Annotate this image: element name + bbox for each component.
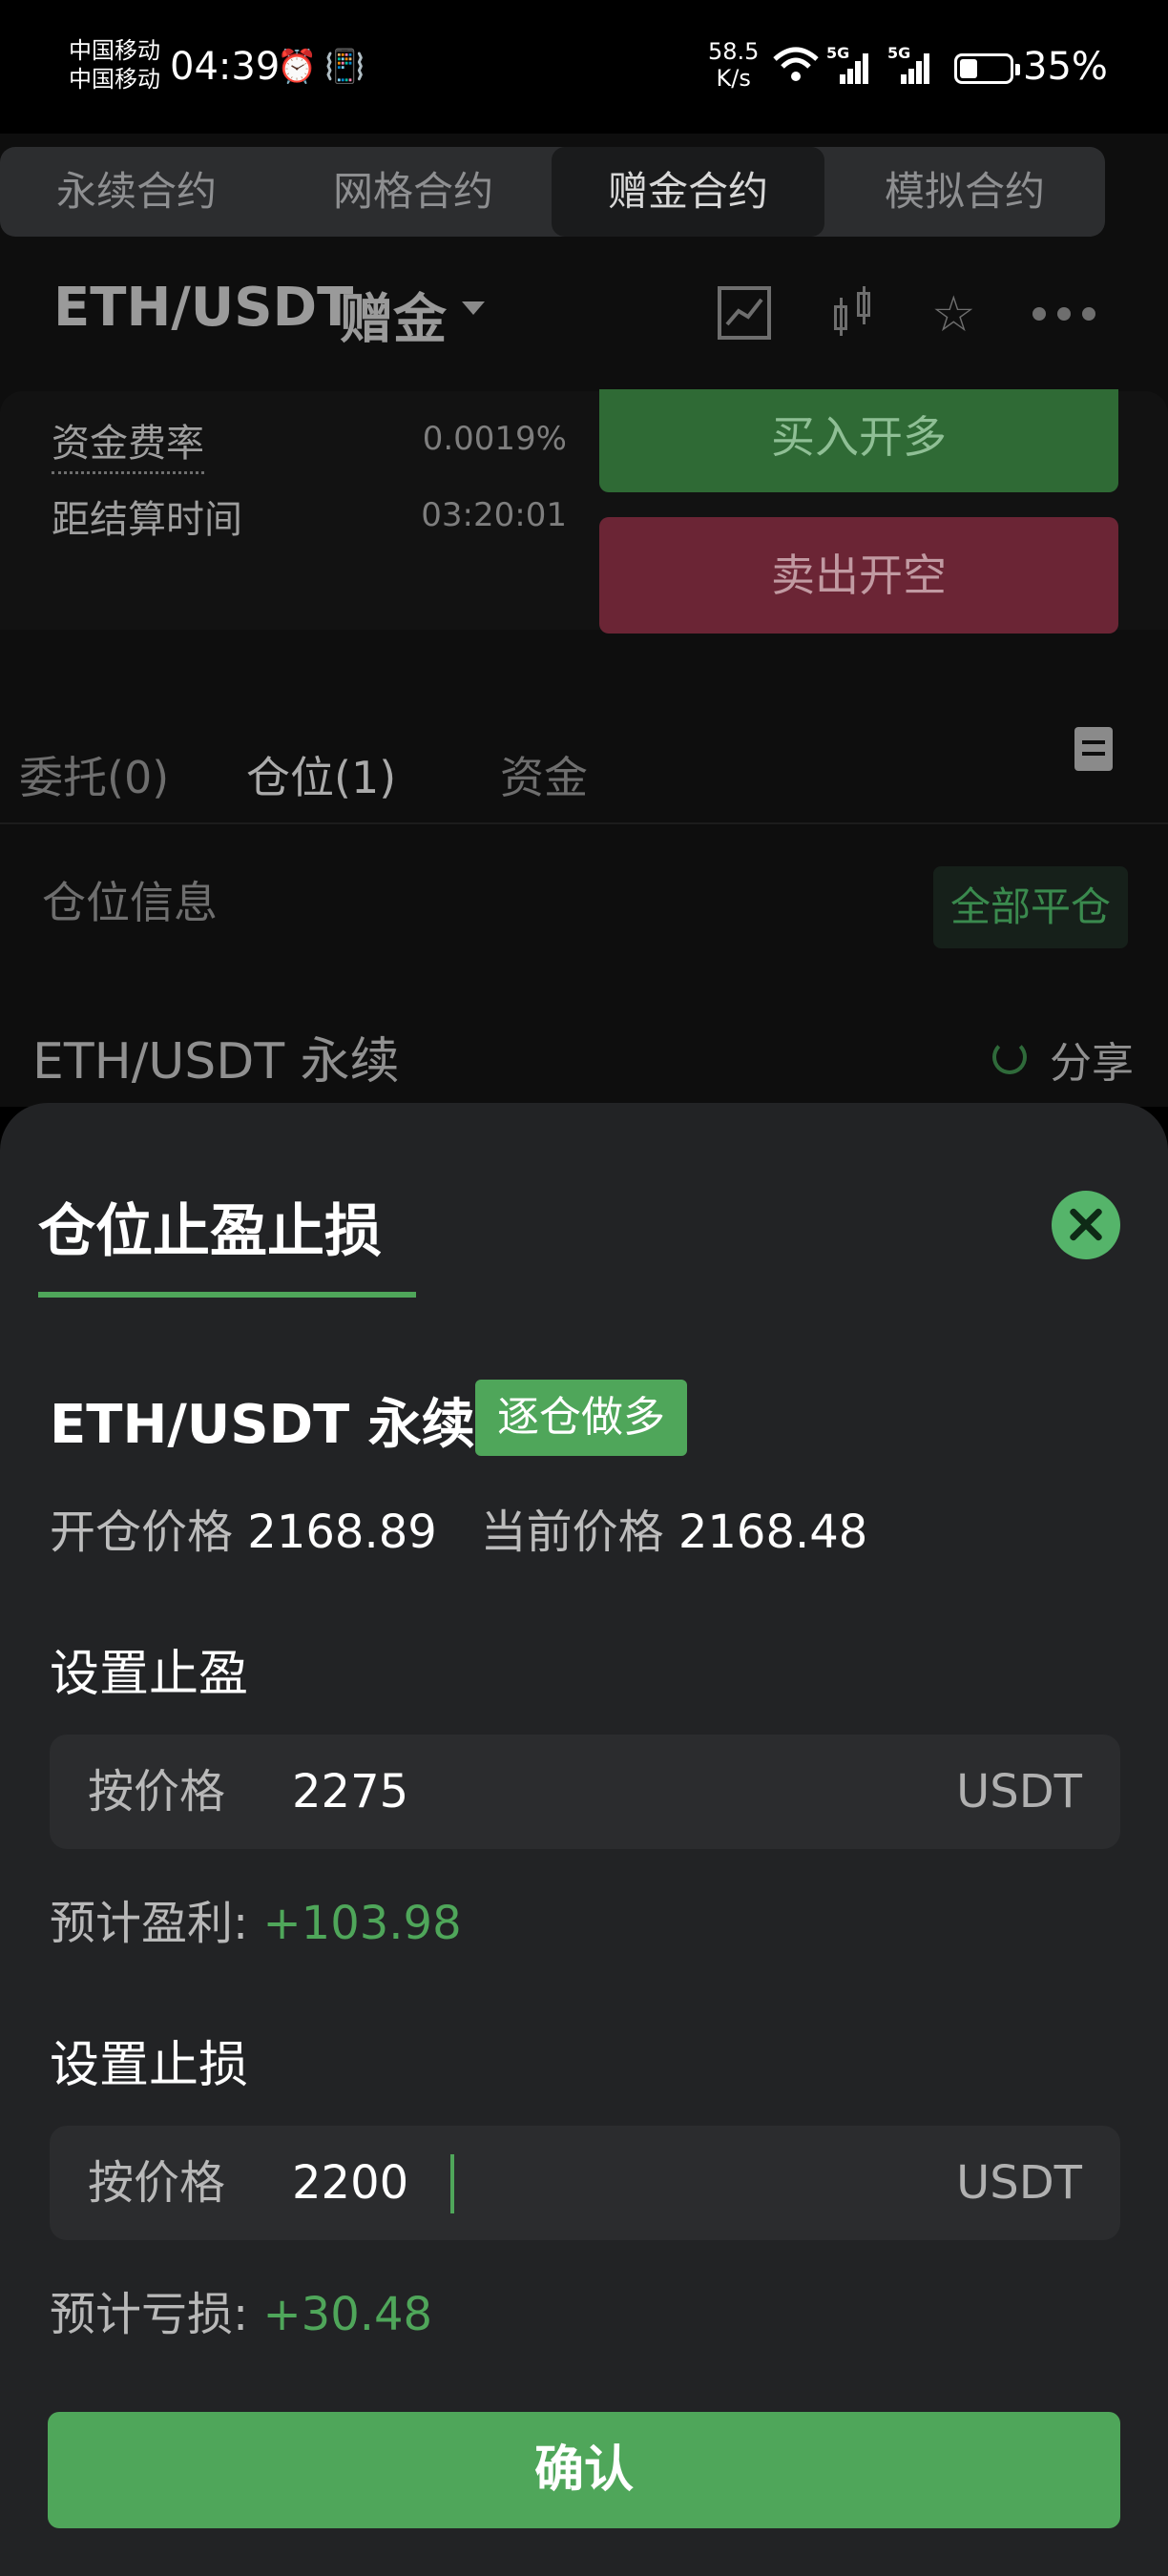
position-tabs: 委托(0) 仓位(1) 资金	[0, 716, 1168, 840]
settlement-label: 距结算时间	[52, 498, 242, 542]
open-price-label: 开仓价格	[50, 1506, 234, 1559]
stop-loss-field[interactable]: 按价格 USDT	[50, 2126, 1120, 2240]
stop-loss-title: 设置止损	[50, 2037, 249, 2094]
contract-tabs: 永续合约 网格合约 赠金合约 模拟合约	[0, 147, 1105, 237]
sell-short-button[interactable]: 卖出开空	[599, 517, 1118, 634]
tab-positions[interactable]: 仓位(1)	[246, 716, 396, 840]
net-speed-value: 58.5	[708, 38, 760, 65]
close-icon[interactable]	[1052, 1191, 1120, 1259]
tab-grid[interactable]: 网格合约	[277, 147, 550, 237]
pair-title[interactable]: ETH/USDT	[53, 277, 353, 339]
estimated-loss: 预计亏损: +30.48	[50, 2276, 432, 2343]
take-profit-unit: USDT	[956, 1765, 1082, 1818]
estimated-profit: 预计盈利: +103.98	[50, 1885, 462, 1952]
current-price-label: 当前价格	[480, 1506, 664, 1559]
battery-icon	[954, 53, 1020, 84]
tab-perpetual[interactable]: 永续合约	[0, 147, 273, 237]
more-icon[interactable]	[1032, 307, 1046, 321]
buy-long-button[interactable]: 买入开多	[599, 389, 1118, 492]
price-summary: 开仓价格 2168.89 当前价格 2168.48	[50, 1494, 867, 1561]
pair-mode[interactable]: 赠金	[340, 277, 447, 354]
status-time: 04:39	[170, 45, 281, 89]
document-icon[interactable]	[1074, 727, 1113, 771]
contract-name: ETH/USDT 永续	[50, 1394, 475, 1456]
funding-rate-label[interactable]: 资金费率	[52, 412, 204, 474]
close-all-button[interactable]: 全部平仓	[933, 866, 1128, 948]
text-cursor	[450, 2154, 454, 2213]
signal-icon-1: 5G	[826, 44, 868, 84]
share-button[interactable]: 分享	[1050, 1028, 1134, 1090]
confirm-button[interactable]: 确认	[48, 2412, 1120, 2528]
take-profit-title: 设置止盈	[50, 1646, 249, 1703]
position-pair: ETH/USDT 永续	[32, 1033, 400, 1091]
settlement-value: 03:20:01	[421, 496, 567, 534]
title-underline	[38, 1292, 416, 1298]
stop-loss-mode-label[interactable]: 按价格	[88, 2126, 225, 2240]
star-icon[interactable]: ☆	[931, 286, 976, 343]
tab-bonus[interactable]: 赠金合约	[552, 147, 824, 237]
funding-rate-value: 0.0019%	[422, 420, 567, 458]
current-price-value: 2168.48	[678, 1506, 868, 1559]
sheet-title: 仓位止盈止损	[38, 1198, 382, 1265]
estimated-profit-label: 预计盈利:	[50, 1897, 249, 1950]
stop-loss-input[interactable]	[292, 2126, 865, 2240]
battery-percent: 35%	[1023, 45, 1108, 89]
take-profit-input[interactable]	[292, 1735, 865, 1849]
tab-funds[interactable]: 资金	[500, 716, 588, 840]
more-icon-dot	[1082, 307, 1095, 321]
estimated-loss-label: 预计亏损:	[50, 2288, 249, 2341]
tab-demo[interactable]: 模拟合约	[828, 147, 1101, 237]
tab-orders[interactable]: 委托(0)	[19, 716, 169, 840]
tp-sl-sheet: 仓位止盈止损 ETH/USDT 永续 逐仓做多 开仓价格 2168.89 当前价…	[0, 1103, 1168, 2576]
alarm-icon: ⏰	[277, 48, 318, 86]
position-type-badge: 逐仓做多	[475, 1380, 687, 1456]
signal-icon-2: 5G	[887, 44, 929, 84]
wifi-icon	[771, 44, 821, 94]
stop-loss-unit: USDT	[956, 2156, 1082, 2210]
vibrate-icon: 📳	[324, 48, 365, 86]
carrier-1: 中国移动	[69, 37, 160, 64]
more-icon-dot	[1057, 307, 1071, 321]
trading-page: 永续合约 网格合约 赠金合约 模拟合约 ETH/USDT 赠金 ☆ 资金费率 0…	[0, 134, 1168, 1107]
net-speed-unit: K/s	[716, 65, 751, 92]
carrier-info: 中国移动 中国移动	[69, 36, 160, 93]
divider	[0, 822, 1168, 824]
take-profit-field[interactable]: 按价格 USDT	[50, 1735, 1120, 1849]
chevron-down-icon[interactable]	[462, 301, 485, 315]
carrier-2: 中国移动	[69, 66, 160, 93]
take-profit-mode-label[interactable]: 按价格	[88, 1735, 225, 1849]
estimated-profit-value: +103.98	[262, 1897, 462, 1950]
candlestick-icon[interactable]	[830, 286, 878, 340]
estimated-loss-value: +30.48	[262, 2288, 433, 2341]
position-info-label: 仓位信息	[42, 877, 218, 928]
share-icon[interactable]	[992, 1040, 1027, 1074]
net-speed: 58.5 K/s	[708, 38, 759, 92]
chart-icon[interactable]	[718, 286, 771, 340]
status-bar: 中国移动 中国移动 04:39 ⏰ 📳 58.5 K/s 5G 5G 35%	[0, 0, 1168, 134]
open-price-value: 2168.89	[247, 1506, 437, 1559]
